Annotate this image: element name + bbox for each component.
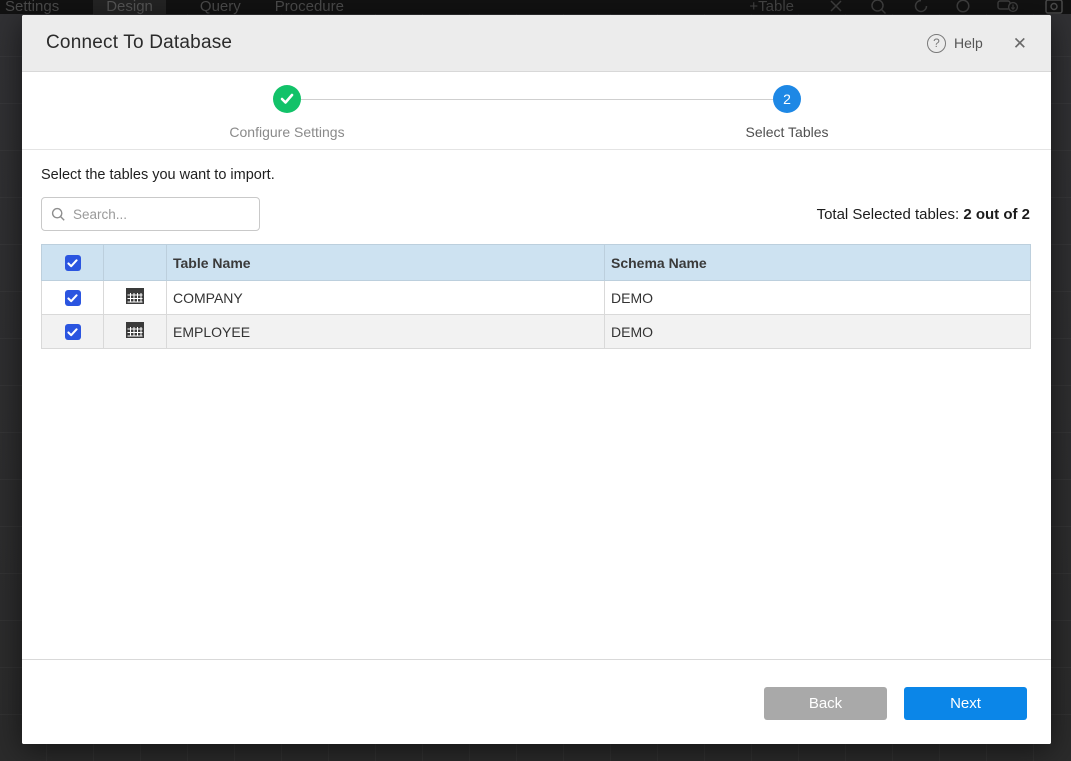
table-name-cell: COMPANY	[167, 281, 605, 315]
close-icon[interactable]: ✕	[1013, 35, 1027, 52]
row-checkbox[interactable]	[65, 324, 81, 340]
step-configure-settings[interactable]: Configure Settings	[207, 85, 367, 140]
clock-icon[interactable]	[955, 0, 971, 14]
background-topbar: Settings Design Query Procedure +Table	[0, 0, 1071, 14]
tables-list: Table Name Schema Name	[41, 244, 1031, 349]
instruction-text: Select the tables you want to import.	[41, 167, 1030, 183]
column-header-schema-name[interactable]: Schema Name	[605, 245, 1031, 281]
import-data-icon[interactable]	[997, 0, 1019, 14]
table-search-box	[41, 197, 260, 231]
search-input[interactable]	[73, 207, 250, 222]
dialog-footer: Back Next	[22, 659, 1051, 744]
wizard-stepper: Configure Settings 2 Select Tables	[22, 73, 1051, 150]
add-table-button[interactable]: +Table	[749, 0, 794, 14]
step-label: Select Tables	[707, 124, 867, 140]
total-selected-label: Total Selected tables:	[817, 206, 960, 223]
dialog-title: Connect To Database	[46, 32, 232, 54]
column-header-table-name[interactable]: Table Name	[167, 245, 605, 281]
step-number-badge: 2	[773, 85, 801, 113]
schema-name-cell: DEMO	[605, 281, 1031, 315]
step-complete-icon	[273, 85, 301, 113]
tab-procedure[interactable]: Procedure	[275, 0, 344, 14]
table-grid-icon	[126, 288, 144, 307]
help-icon: ?	[927, 34, 946, 53]
table-grid-icon	[126, 322, 144, 341]
table-header-row: Table Name Schema Name	[42, 245, 1031, 281]
back-button[interactable]: Back	[764, 687, 887, 720]
table-row[interactable]: COMPANY DEMO	[42, 281, 1031, 315]
step-label: Configure Settings	[207, 124, 367, 140]
tab-settings[interactable]: Settings	[5, 0, 59, 14]
tab-query[interactable]: Query	[200, 0, 241, 14]
select-all-checkbox[interactable]	[65, 255, 81, 271]
tab-design[interactable]: Design	[93, 0, 166, 14]
connect-to-database-dialog: Connect To Database ? Help ✕ Configure S…	[22, 15, 1051, 744]
row-checkbox[interactable]	[65, 290, 81, 306]
schema-name-cell: DEMO	[605, 315, 1031, 349]
camera-icon[interactable]	[1045, 0, 1063, 14]
close-icon[interactable]	[828, 0, 844, 14]
search-icon[interactable]	[870, 0, 887, 14]
dialog-header: Connect To Database ? Help ✕	[22, 15, 1051, 72]
total-selected-text: Total Selected tables: 2 out of 2	[817, 206, 1030, 223]
help-button[interactable]: ? Help	[927, 34, 983, 53]
stepper-connector	[301, 99, 773, 100]
total-selected-value: 2 out of 2	[963, 206, 1030, 223]
help-label: Help	[954, 35, 983, 51]
step-select-tables[interactable]: 2 Select Tables	[707, 85, 867, 140]
dialog-body: Select the tables you want to import. To…	[22, 150, 1051, 659]
table-name-cell: EMPLOYEE	[167, 315, 605, 349]
table-row[interactable]: EMPLOYEE DEMO	[42, 315, 1031, 349]
next-button[interactable]: Next	[904, 687, 1027, 720]
refresh-icon[interactable]	[913, 0, 929, 14]
search-icon	[51, 207, 66, 222]
